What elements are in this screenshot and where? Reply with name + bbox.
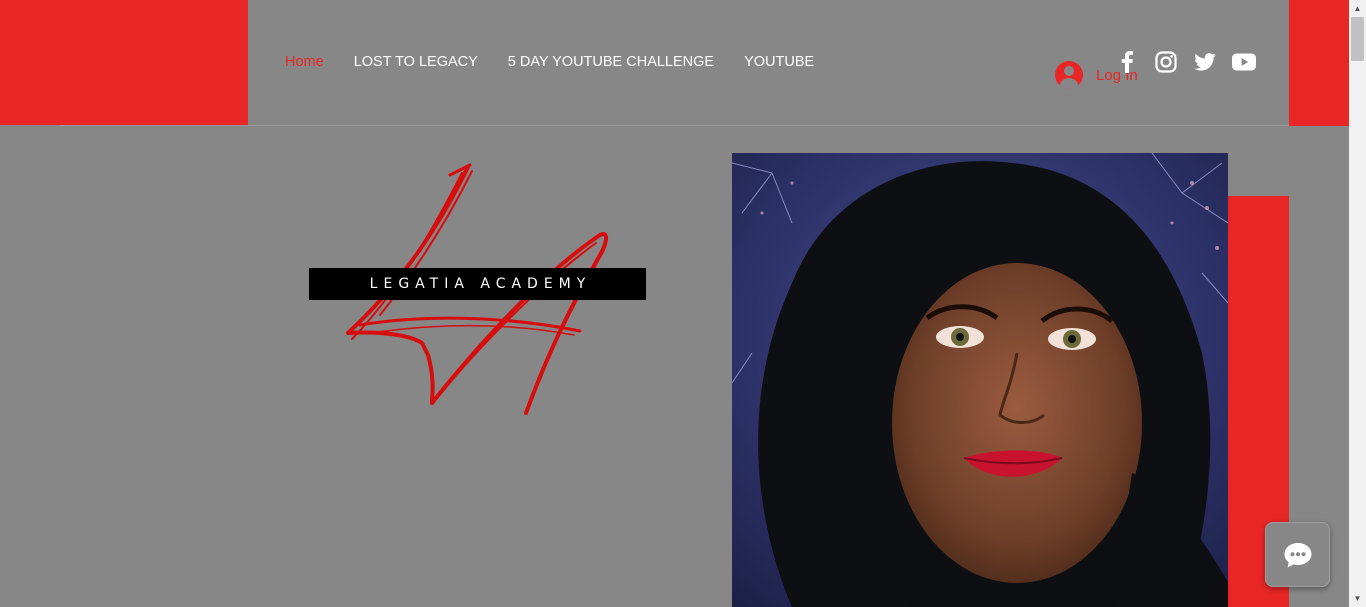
decorative-red-block-right-top bbox=[1289, 0, 1349, 126]
nav-item-youtube[interactable]: YOUTUBE bbox=[744, 54, 814, 70]
decorative-red-block-left bbox=[0, 0, 248, 125]
logo-text: LEGATIA ACADEMY bbox=[369, 276, 592, 292]
page-scrollbar[interactable]: ▲ ▼ bbox=[1349, 0, 1366, 607]
header-divider bbox=[60, 125, 1289, 126]
scroll-thumb[interactable] bbox=[1351, 17, 1364, 61]
logo-text-bar: LEGATIA ACADEMY bbox=[309, 268, 646, 300]
scroll-up-arrow-icon[interactable]: ▲ bbox=[1349, 0, 1366, 17]
scroll-down-arrow-icon[interactable]: ▼ bbox=[1349, 590, 1366, 607]
twitter-icon[interactable] bbox=[1193, 50, 1217, 74]
chat-bubble-icon bbox=[1284, 542, 1311, 567]
facebook-icon[interactable] bbox=[1115, 50, 1139, 74]
nav-item-5-day-youtube-challenge[interactable]: 5 DAY YOUTUBE CHALLENGE bbox=[508, 54, 714, 70]
instagram-icon[interactable] bbox=[1154, 50, 1178, 74]
user-avatar-icon bbox=[1055, 61, 1083, 89]
nav-item-lost-to-legacy[interactable]: LOST TO LEGACY bbox=[354, 54, 478, 70]
main-nav: Home LOST TO LEGACY 5 DAY YOUTUBE CHALLE… bbox=[270, 52, 829, 72]
portrait-photo bbox=[732, 153, 1228, 607]
social-bar bbox=[1115, 50, 1271, 74]
nav-item-home[interactable]: Home bbox=[285, 54, 324, 70]
chat-widget-button[interactable] bbox=[1265, 522, 1330, 587]
youtube-icon[interactable] bbox=[1232, 50, 1256, 74]
